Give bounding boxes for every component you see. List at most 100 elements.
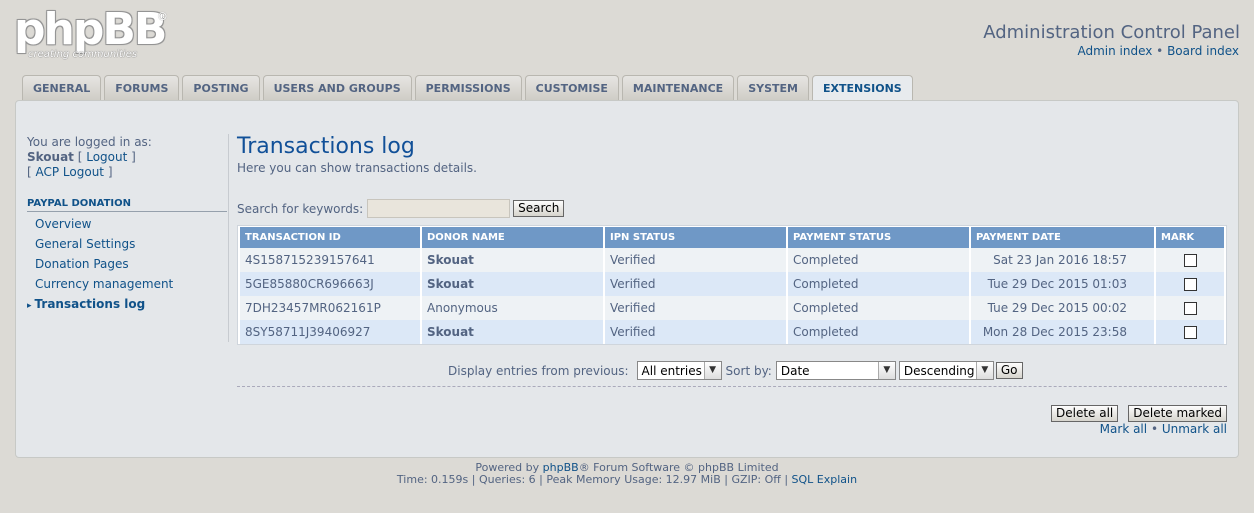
table-header-row: TRANSACTION ID DONOR NAME IPN STATUS PAY… — [240, 226, 1224, 248]
donor-name: Anonymous — [422, 296, 603, 320]
sidebar-item-currency-management[interactable]: Currency management — [27, 276, 227, 296]
transactions-table: TRANSACTION ID DONOR NAME IPN STATUS PAY… — [237, 225, 1227, 345]
display-entries-value: All entries — [641, 363, 702, 378]
column-payment-status[interactable]: PAYMENT STATUS — [788, 226, 969, 248]
logo-registered-mark: ® — [157, 10, 168, 23]
column-donor-name[interactable]: DONOR NAME — [422, 226, 603, 248]
mark-separator: • — [1150, 422, 1159, 436]
admin-index-link[interactable]: Admin index — [1077, 44, 1152, 58]
logout-link[interactable]: Logout — [86, 150, 127, 164]
delete-all-button[interactable]: Delete all — [1050, 405, 1119, 422]
filter-row: Display entries from previous: All entri… — [448, 361, 1023, 380]
header-separator: • — [1156, 44, 1164, 58]
chevron-down-icon: ▼ — [877, 362, 895, 379]
sort-order-value: Descending — [903, 363, 975, 378]
sidebar-menu: Overview General Settings Donation Pages… — [27, 216, 227, 316]
logged-in-label: You are logged in as: — [27, 135, 152, 149]
mark-checkbox[interactable] — [1183, 254, 1197, 267]
donor-name[interactable]: Skouat — [422, 272, 603, 296]
tab-extensions[interactable]: EXTENSIONS — [811, 75, 913, 101]
payment-status: Completed — [788, 296, 969, 320]
table-row: 7DH23457MR062161P Anonymous Verified Com… — [240, 296, 1224, 320]
tab-maintenance[interactable]: MAINTENANCE — [621, 75, 735, 100]
payment-date: Mon 28 Dec 2015 23:58 — [971, 320, 1154, 344]
search-label: Search for keywords: — [237, 201, 364, 216]
payment-status: Completed — [788, 272, 969, 296]
payment-status: Completed — [788, 248, 969, 272]
unmark-all-link[interactable]: Unmark all — [1162, 422, 1227, 436]
donor-name[interactable]: Skouat — [422, 320, 603, 344]
search-input[interactable] — [367, 199, 511, 218]
sort-order-select[interactable]: Descending ▼ — [898, 361, 994, 380]
logo-tagline: creating communities — [28, 49, 138, 60]
mark-cell — [1156, 272, 1224, 296]
transaction-id[interactable]: 8SY58711J39406927 — [240, 320, 420, 344]
tab-general[interactable]: GENERAL — [22, 75, 102, 100]
sidebar-item-donation-pages[interactable]: Donation Pages — [27, 256, 227, 276]
sidebar: You are logged in as: Skouat [ Logout ] … — [27, 135, 227, 180]
chevron-down-icon: ▼ — [703, 362, 721, 379]
sort-key-select[interactable]: Date ▼ — [775, 361, 896, 380]
board-index-link[interactable]: Board index — [1167, 44, 1239, 58]
page-description: Here you can show transactions details. — [237, 161, 477, 175]
transaction-id[interactable]: 5GE85880CR696663J — [240, 272, 420, 296]
table-row: 8SY58711J39406927 Skouat Verified Comple… — [240, 320, 1224, 344]
tab-customise[interactable]: CUSTOMISE — [524, 75, 619, 100]
column-transaction-id[interactable]: TRANSACTION ID — [240, 226, 420, 248]
sidebar-item-general-settings[interactable]: General Settings — [27, 236, 227, 256]
sort-key-value: Date — [780, 363, 810, 378]
payment-status: Completed — [788, 320, 969, 344]
column-mark: MARK — [1156, 226, 1224, 248]
search-button[interactable]: Search — [513, 200, 565, 217]
ipn-status: Verified — [605, 272, 786, 296]
sidebar-item-overview[interactable]: Overview — [27, 216, 227, 236]
column-ipn-status[interactable]: IPN STATUS — [605, 226, 786, 248]
tab-system[interactable]: SYSTEM — [737, 75, 809, 100]
donor-name[interactable]: Skouat — [422, 248, 603, 272]
sidebar-section-title: PAYPAL DONATION — [27, 198, 227, 212]
mark-cell — [1156, 320, 1224, 344]
display-label: Display entries from previous: — [448, 363, 629, 378]
payment-date: Tue 29 Dec 2015 01:03 — [971, 272, 1154, 296]
logo-text: phpBB — [14, 4, 167, 55]
acp-title: Administration Control Panel — [983, 22, 1240, 43]
debug-stats: Time: 0.159s | Queries: 6 | Peak Memory … — [0, 474, 1254, 486]
sql-explain-link[interactable]: SQL Explain — [792, 473, 858, 486]
chevron-down-icon: ▼ — [975, 362, 993, 379]
footer: Powered by phpBB® Forum Software © phpBB… — [0, 462, 1254, 486]
acp-logout-link[interactable]: ACP Logout — [36, 165, 105, 179]
username: Skouat — [27, 150, 74, 164]
bulk-actions: Delete all Delete marked — [1041, 405, 1227, 422]
phpbb-logo[interactable]: phpBB ® creating communities — [14, 8, 174, 64]
delete-marked-button[interactable]: Delete marked — [1128, 405, 1227, 422]
ipn-status: Verified — [605, 320, 786, 344]
mark-cell — [1156, 248, 1224, 272]
go-button[interactable]: Go — [995, 362, 1023, 379]
display-entries-select[interactable]: All entries ▼ — [636, 361, 722, 380]
ipn-status: Verified — [605, 248, 786, 272]
dashed-divider — [237, 386, 1227, 387]
main-tabs: GENERAL FORUMS POSTING USERS AND GROUPS … — [22, 75, 916, 101]
tab-users-and-groups[interactable]: USERS AND GROUPS — [262, 75, 412, 100]
column-payment-date[interactable]: PAYMENT DATE — [971, 226, 1154, 248]
mark-checkbox[interactable] — [1183, 302, 1197, 315]
stats-text: Time: 0.159s | Queries: 6 | Peak Memory … — [396, 473, 789, 486]
payment-date: Tue 29 Dec 2015 00:02 — [971, 296, 1154, 320]
login-info: You are logged in as: Skouat [ Logout ] … — [27, 135, 227, 180]
table-row: 4S158715239157641 Skouat Verified Comple… — [240, 248, 1224, 272]
sidebar-item-transactions-log[interactable]: Transactions log — [27, 296, 227, 316]
tab-forums[interactable]: FORUMS — [104, 75, 180, 100]
main-content: Transactions log Here you can show trans… — [237, 134, 1227, 176]
tab-permissions[interactable]: PERMISSIONS — [414, 75, 522, 100]
mark-links: Mark all • Unmark all — [1100, 422, 1227, 436]
transaction-id[interactable]: 4S158715239157641 — [240, 248, 420, 272]
sidebar-divider — [228, 134, 229, 342]
tab-posting[interactable]: POSTING — [182, 75, 260, 100]
mark-checkbox[interactable] — [1183, 326, 1197, 339]
sort-label: Sort by: — [725, 363, 772, 378]
ipn-status: Verified — [605, 296, 786, 320]
transaction-id[interactable]: 7DH23457MR062161P — [240, 296, 420, 320]
mark-all-link[interactable]: Mark all — [1100, 422, 1147, 436]
header-links: Admin index • Board index — [1077, 44, 1239, 58]
mark-checkbox[interactable] — [1183, 278, 1197, 291]
